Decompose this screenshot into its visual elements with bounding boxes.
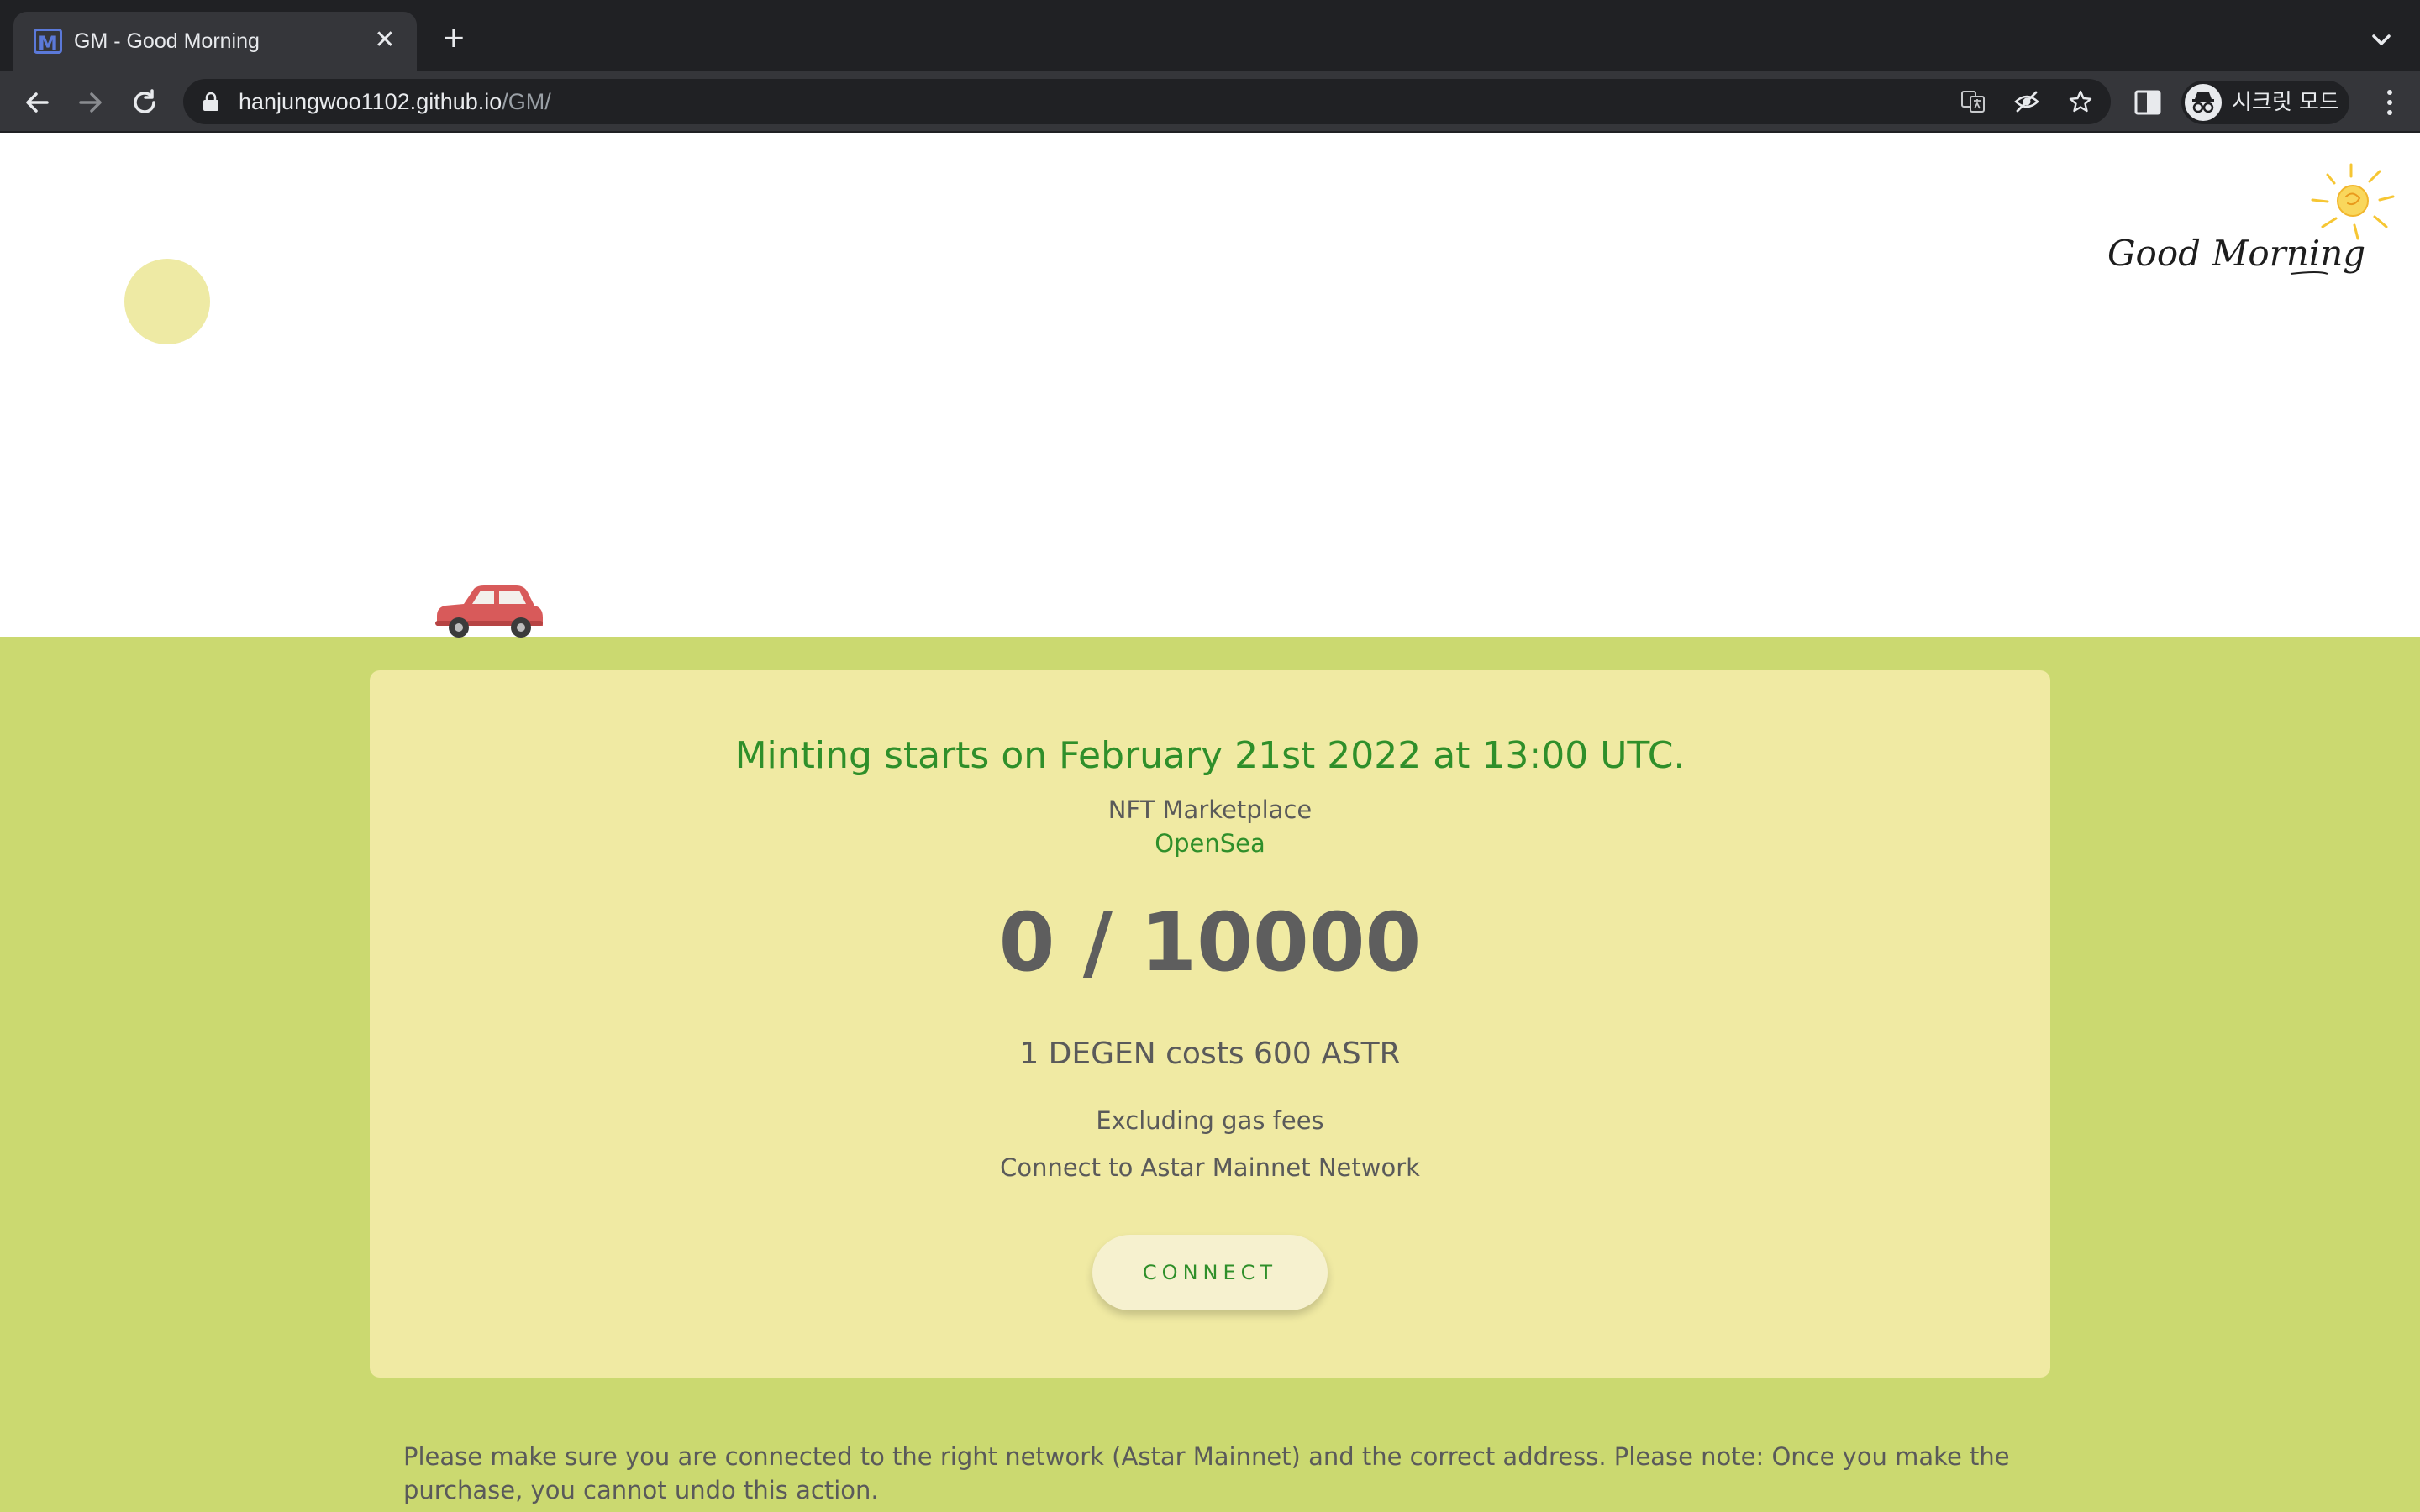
translate-icon[interactable] bbox=[1960, 88, 1986, 115]
incognito-profile-button[interactable]: 시크릿 모드 bbox=[2181, 81, 2349, 124]
mint-start-title: Minting starts on February 21st 2022 at … bbox=[734, 734, 1686, 777]
browser-tab-strip: M GM - Good Morning ✕ + bbox=[0, 0, 2420, 71]
url-host: hanjungwoo1102.github.io bbox=[239, 89, 502, 114]
eye-off-icon[interactable] bbox=[2013, 88, 2040, 115]
yellow-circle-decoration bbox=[124, 259, 210, 344]
profile-label: 시크릿 모드 bbox=[2232, 90, 2339, 115]
red-car-icon bbox=[435, 585, 543, 638]
side-panel-icon[interactable] bbox=[2131, 86, 2165, 119]
tab-title: GM - Good Morning bbox=[74, 29, 260, 53]
browser-tab[interactable]: M GM - Good Morning ✕ bbox=[13, 12, 417, 71]
hero-sky: Good Morning bbox=[0, 133, 2420, 638]
star-icon[interactable] bbox=[2067, 88, 2094, 115]
opensea-link[interactable]: OpenSea bbox=[370, 827, 2050, 860]
close-icon[interactable]: ✕ bbox=[370, 25, 400, 55]
logo-text: Good Morning bbox=[2107, 233, 2365, 274]
sun-icon bbox=[2311, 163, 2395, 240]
forward-arrow-icon[interactable] bbox=[72, 84, 109, 121]
good-morning-logo: Good Morning bbox=[2107, 163, 2395, 275]
mint-cost: 1 DEGEN costs 600 ASTR bbox=[1019, 1037, 1401, 1071]
marketplace-label: NFT Marketplace bbox=[1107, 795, 1313, 824]
connect-button[interactable]: CONNECT bbox=[1092, 1235, 1328, 1310]
more-vert-icon[interactable] bbox=[2383, 87, 2396, 118]
network-note: Connect to Astar Mainnet Network bbox=[1000, 1153, 1420, 1182]
gm-favicon-icon: M bbox=[34, 29, 62, 55]
address-bar[interactable]: hanjungwoo1102.github.io/GM/ bbox=[183, 79, 2111, 124]
browser-toolbar: hanjungwoo1102.github.io/GM/ 시크릿 모드 bbox=[0, 71, 2420, 133]
mint-counter: 0 / 10000 bbox=[998, 895, 1422, 990]
plus-icon[interactable]: + bbox=[435, 20, 472, 59]
incognito-icon bbox=[2185, 84, 2222, 121]
reload-icon[interactable] bbox=[126, 84, 163, 121]
lock-icon[interactable] bbox=[202, 92, 220, 112]
back-arrow-icon[interactable] bbox=[18, 84, 55, 121]
gas-fee-note: Excluding gas fees bbox=[1096, 1106, 1324, 1135]
chevron-down-icon[interactable] bbox=[2366, 25, 2396, 55]
url-text[interactable]: hanjungwoo1102.github.io/GM/ bbox=[239, 87, 551, 116]
url-path: /GM/ bbox=[502, 89, 551, 114]
purchase-disclaimer: Please make sure you are connected to th… bbox=[403, 1442, 2010, 1504]
page-content: Good Morning Minting starts on February … bbox=[0, 133, 2420, 1512]
mint-card: Minting starts on February 21st 2022 at … bbox=[370, 670, 2050, 1378]
